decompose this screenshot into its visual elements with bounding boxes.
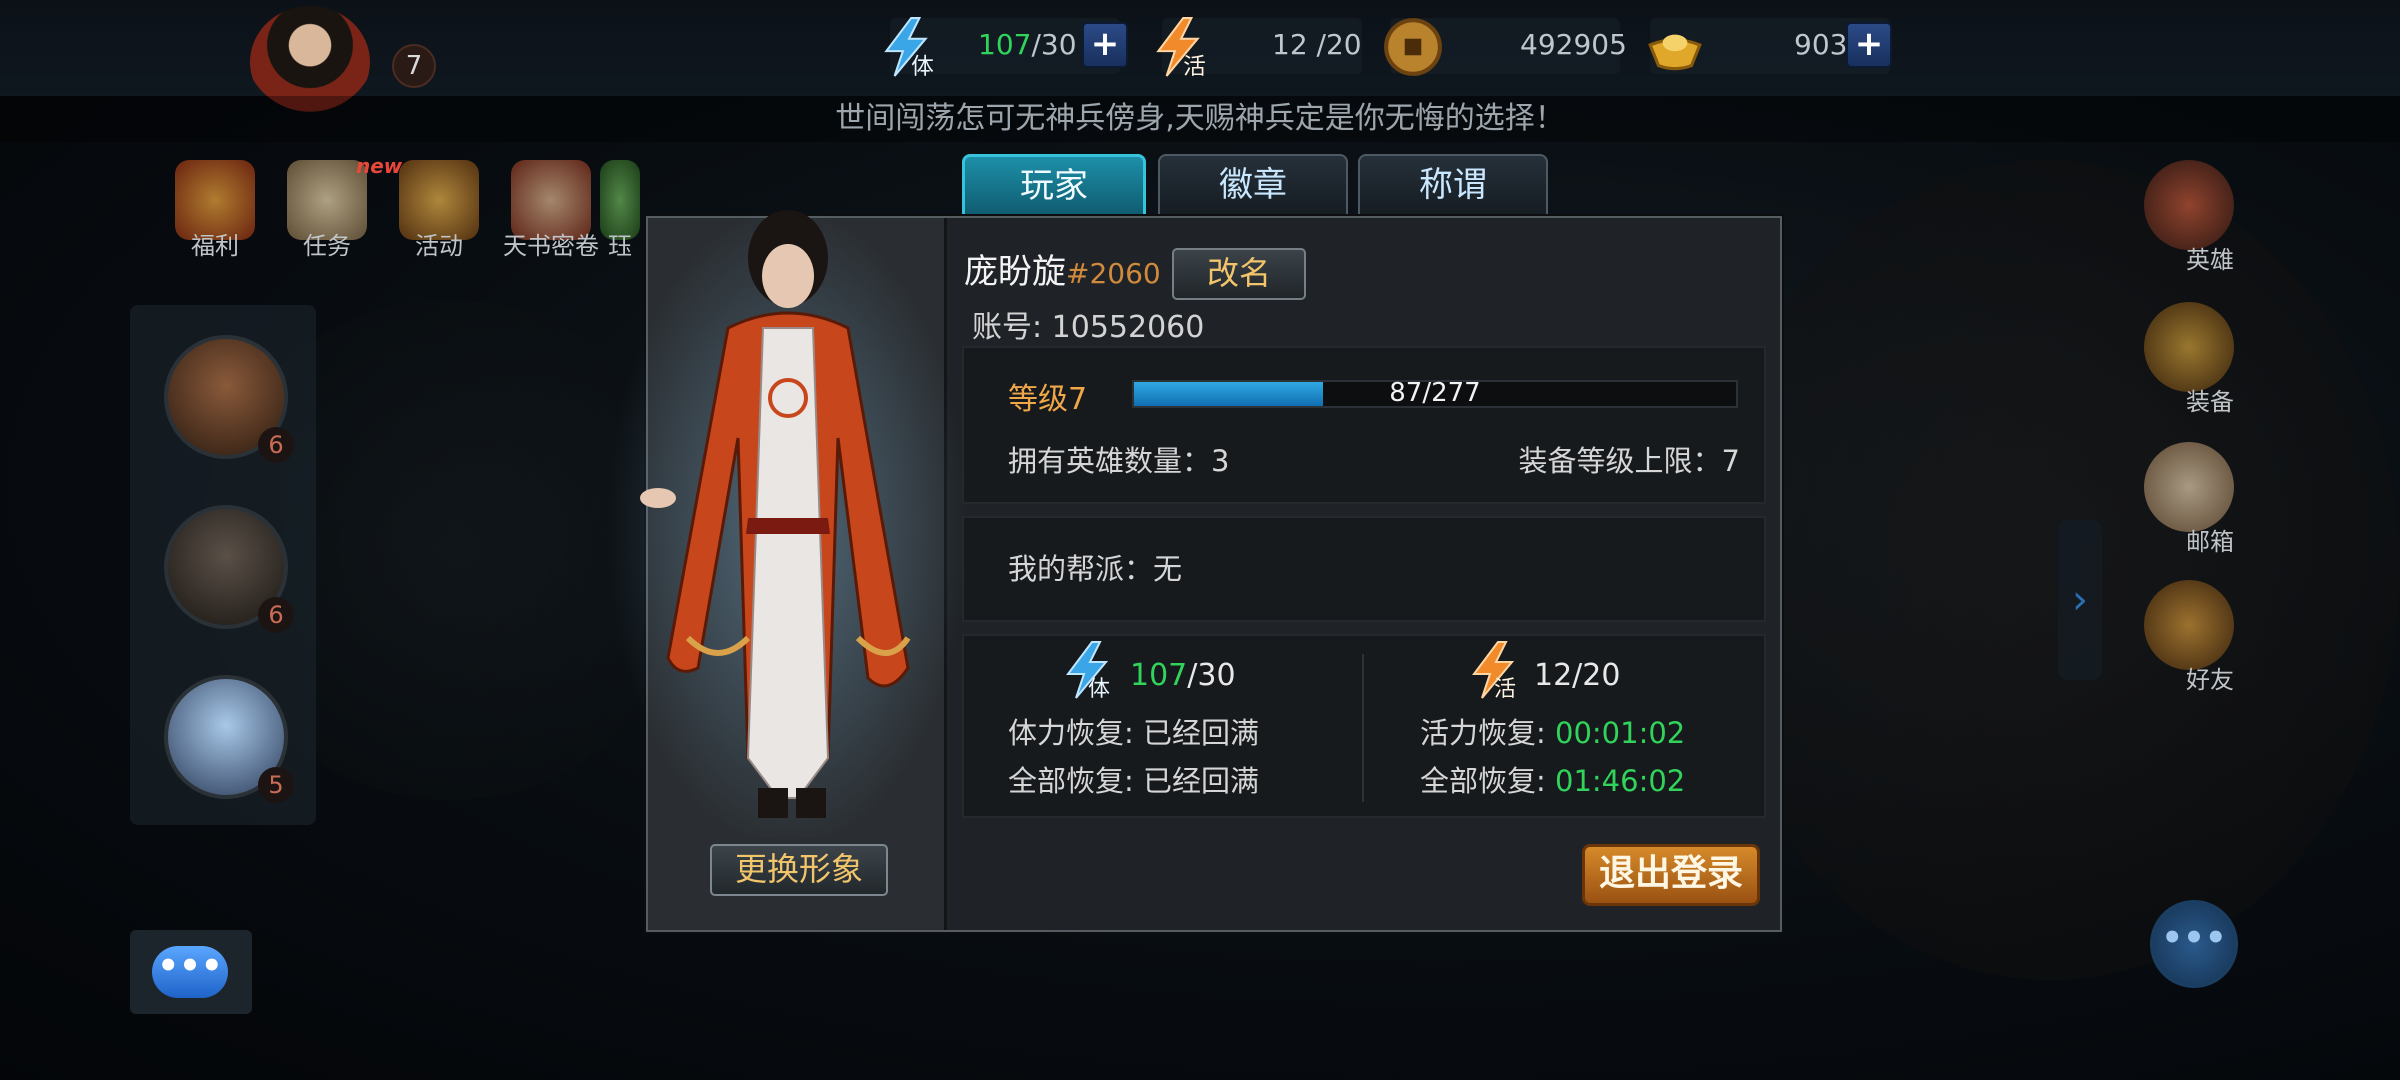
vigor-detail: 12/20 <box>1534 658 1621 693</box>
equipment-level-limit: 装备等级上限：7 <box>1518 444 1740 478</box>
vigor-resource: 活 12 /20 <box>1156 17 1362 78</box>
menu-equipment[interactable]: 装备 <box>2140 302 2250 416</box>
xp-progress-bar: 87/277 <box>1132 378 1738 408</box>
expand-arrow-icon[interactable]: › <box>2058 520 2102 680</box>
svg-text:活: 活 <box>1183 54 1206 78</box>
player-name: 庞盼旋#2060 <box>964 252 1161 292</box>
hero-level: 6 <box>258 427 294 463</box>
add-ingot-button[interactable]: + <box>1846 22 1892 68</box>
activity-events[interactable]: 活动 <box>384 160 494 260</box>
menu-mailbox[interactable]: 邮箱 <box>2140 442 2250 556</box>
stamina-current: 107 <box>978 28 1032 61</box>
activity-quest[interactable]: new 任务 <box>272 154 402 260</box>
rename-button[interactable]: 改名 <box>1172 248 1306 300</box>
player-info-panel: 更换形象 庞盼旋#2060 改名 账号: 10552060 等级7 87/277… <box>608 208 1782 932</box>
logout-button[interactable]: 退出登录 <box>1582 844 1760 906</box>
menu-friends[interactable]: 好友 <box>2140 580 2250 694</box>
announcement-ticker: 世间闯荡怎可无神兵傍身,天赐神兵定是你无悔的选择！ <box>0 96 2400 142</box>
level-label: 等级7 <box>1008 382 1088 417</box>
hero-list: 6 6 5 <box>130 305 316 825</box>
vigor-value: 12 /20 <box>1272 28 1362 61</box>
vigor-full-recover: 全部恢复: 01:46:02 <box>1420 764 1686 798</box>
chat-bubble-icon: ••• <box>152 946 228 998</box>
tab-player[interactable]: 玩家 <box>962 154 1146 220</box>
hero-count: 拥有英雄数量：3 <box>1008 444 1230 478</box>
ingot-value: 903 <box>1794 28 1848 61</box>
stamina-recover: 体力恢复: 已经回满 <box>1008 716 1260 750</box>
tab-title[interactable]: 称谓 <box>1358 154 1548 218</box>
handshake-icon <box>2144 580 2234 670</box>
stamina-max: /30 <box>1031 28 1077 61</box>
chat-button[interactable]: ••• <box>130 930 252 1014</box>
coin-icon <box>1384 18 1442 76</box>
more-menu-button[interactable]: ••• <box>2150 900 2238 988</box>
envelope-icon <box>2144 442 2234 532</box>
menu-heroes[interactable]: 英雄 <box>2140 160 2250 274</box>
lightning-stamina-icon: 体 <box>1066 641 1110 700</box>
lightning-vigor-icon: 活 <box>1156 17 1206 78</box>
energy-section: 体 107/30 体力恢复: 已经回满 全部恢复: 已经回满 活 12/20 活… <box>962 634 1766 818</box>
hero-level: 6 <box>258 597 294 633</box>
ingot-resource: 903 + <box>1648 18 1892 74</box>
tab-badge[interactable]: 徽章 <box>1158 154 1348 218</box>
guild-info: 我的帮派：无 <box>1008 552 1183 586</box>
svg-text:体: 体 <box>1088 677 1110 700</box>
divider <box>1362 654 1364 802</box>
hero-level: 5 <box>258 767 294 803</box>
stamina-detail: 107/30 <box>1130 658 1236 693</box>
lightning-stamina-icon: 体 <box>884 17 934 78</box>
xp-text: 87/277 <box>1389 378 1481 408</box>
helmet-icon <box>2144 160 2234 250</box>
gold-ingot-icon <box>1648 34 1702 71</box>
account-id: 账号: 10552060 <box>972 310 1205 345</box>
activity-welfare[interactable]: 福利 <box>160 160 270 260</box>
stamina-resource: 体 107/30 + <box>884 17 1128 78</box>
player-tag: #2060 <box>1066 257 1161 290</box>
stamina-full-recover: 全部恢复: 已经回满 <box>1008 764 1260 798</box>
change-appearance-button[interactable]: 更换形象 <box>710 844 888 896</box>
coin-resource: 492905 <box>1384 18 1627 76</box>
character-figure <box>608 208 968 838</box>
guild-section: 我的帮派：无 <box>962 516 1766 622</box>
add-stamina-button[interactable]: + <box>1082 22 1128 68</box>
armor-icon <box>2144 302 2234 392</box>
svg-text:活: 活 <box>1494 677 1516 700</box>
vigor-recover: 活力恢复: 00:01:02 <box>1420 716 1686 750</box>
level-section: 等级7 87/277 拥有英雄数量：3 装备等级上限：7 <box>962 346 1766 504</box>
lightning-vigor-icon: 活 <box>1472 641 1516 700</box>
svg-text:体: 体 <box>911 54 934 78</box>
coin-value: 492905 <box>1520 28 1627 61</box>
top-resource-bar: 7 体 107/30 + 活 12 /20 492905 903 + <box>0 0 2400 118</box>
player-level-badge: 7 <box>392 44 436 88</box>
